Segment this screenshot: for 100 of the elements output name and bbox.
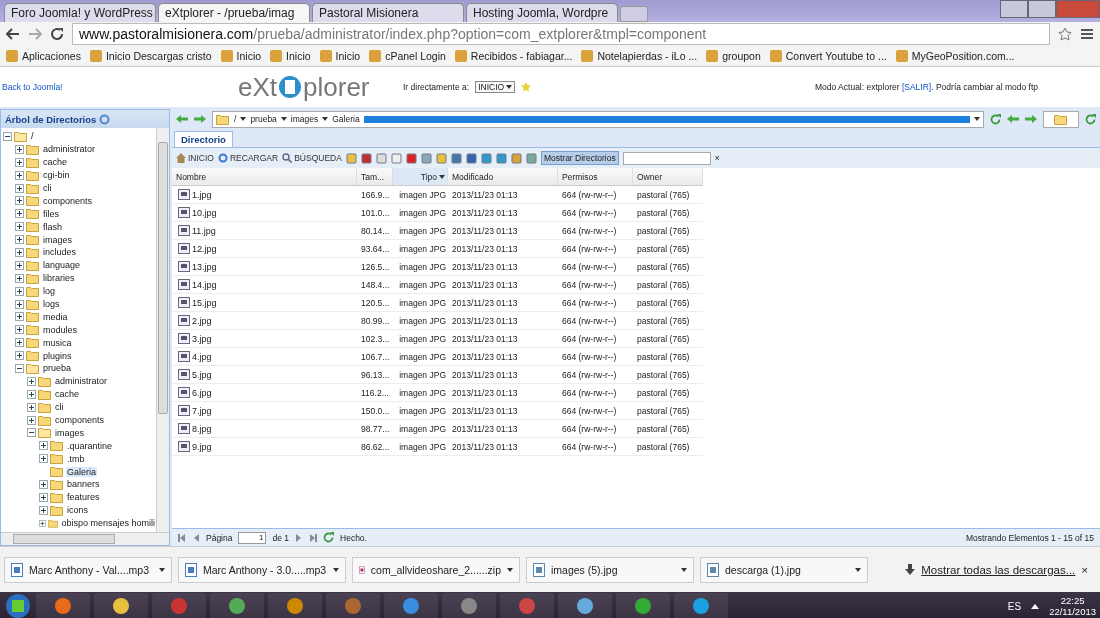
home-button[interactable]: INICIO [176,153,214,163]
expand-icon[interactable] [39,518,46,528]
collapse-icon[interactable] [3,131,12,141]
expand-icon[interactable] [15,144,24,154]
expand-icon[interactable] [15,157,24,167]
minimize-button[interactable] [1000,0,1028,18]
caret-icon[interactable] [159,567,165,572]
toolbar-icon[interactable] [390,152,402,164]
expand-icon[interactable] [15,260,24,270]
first-page-icon[interactable] [178,533,186,542]
expand-icon[interactable] [39,480,48,489]
toolbar-icon[interactable] [435,152,447,164]
column-header[interactable]: Permisos [558,168,633,185]
bookmark[interactable]: Recibidos - fabiagar... [454,50,573,62]
folder-label[interactable]: cli [54,402,65,413]
clock[interactable]: 22:25 22/11/2013 [1049,595,1096,617]
folder-field[interactable] [1043,110,1079,128]
folder-label[interactable]: cli [42,183,53,193]
toolbar-icon[interactable] [480,152,492,164]
page-field[interactable]: 1 [238,531,267,544]
folder-label[interactable]: files [42,208,60,219]
jump-select[interactable]: INICIO [475,81,516,93]
taskbar-app-icon[interactable] [268,593,322,618]
browser-tab[interactable]: Foro Joomla! y WordPress [4,3,156,22]
close-button[interactable]: × [1081,563,1088,576]
expand-icon[interactable] [39,492,48,502]
folder-label[interactable]: images [42,234,73,245]
column-header[interactable]: Modificado [448,168,558,185]
scrollbar[interactable] [1,532,169,545]
menu-icon[interactable] [1080,28,1094,40]
file-name[interactable]: 6.jpg [172,387,357,398]
expand-icon[interactable] [15,196,24,206]
folder-label[interactable]: cgi-bin [42,170,71,181]
bookmark[interactable]: Inicio [319,50,361,62]
caret-icon[interactable] [322,117,329,121]
bookmark[interactable]: cPanel Login [369,50,446,62]
file-name[interactable]: 10.jpg [172,207,357,218]
folder-label[interactable]: components [42,195,94,206]
expand-icon[interactable] [15,338,24,348]
folder-label[interactable]: banners [66,479,101,490]
download-item[interactable]: Marc Anthony - Val....mp3 [4,556,172,583]
next-page-icon[interactable] [295,533,303,542]
language-indicator[interactable]: ES [1007,600,1022,612]
scrollbar[interactable] [156,128,169,532]
folder-label[interactable]: administrator [42,144,97,155]
toolbar-icon[interactable] [420,152,432,164]
browser-tab[interactable]: eXtplorer - /prueba/imag [158,3,310,22]
taskbar-app-icon[interactable] [36,593,90,618]
caret-icon[interactable] [855,567,861,572]
file-name[interactable]: 5.jpg [172,369,357,380]
file-name[interactable]: 8.jpg [172,423,357,434]
bookmark[interactable]: MyGeoPosition.com... [895,50,1015,62]
download-item[interactable]: com_allvideoshare_2......zip [352,556,520,583]
start-icon[interactable] [4,593,32,618]
file-name[interactable]: 13.jpg [172,261,357,272]
expand-icon[interactable] [15,247,24,257]
reload-button[interactable]: RECARGAR [218,153,279,163]
browser-tab[interactable]: Pastoral Misionera [312,3,464,22]
caret-icon[interactable] [507,567,513,572]
expand-icon[interactable] [27,402,36,412]
bookmark[interactable]: Convert Youtube to ... [769,50,887,62]
expand-icon[interactable] [15,273,24,283]
bookmark[interactable]: Inicio [270,50,311,62]
taskbar-app-icon[interactable] [674,593,728,618]
clear-button[interactable]: × [714,153,720,163]
toolbar-icon[interactable] [375,152,387,164]
file-name[interactable]: 15.jpg [172,297,357,308]
file-name[interactable]: 4.jpg [172,351,357,362]
expand-icon[interactable] [15,209,24,219]
expand-icon[interactable] [15,312,24,322]
file-name[interactable]: 11.jpg [172,225,357,236]
expand-icon[interactable] [15,299,24,309]
folder-label[interactable]: cache [42,157,69,168]
folder-label[interactable]: .tmb [66,453,86,464]
reload-icon[interactable] [50,27,64,41]
star-icon[interactable] [1058,27,1072,41]
folder-label[interactable]: features [66,492,101,503]
toolbar-icon[interactable] [450,152,462,164]
download-item[interactable]: descarga (1).jpg [700,556,868,583]
show-directories-button[interactable]: Mostrar Directorios [540,151,619,165]
expand-icon[interactable] [27,415,36,425]
expand-icon[interactable] [15,170,24,180]
folder-label[interactable]: includes [42,247,78,258]
toolbar-icon[interactable] [525,152,537,164]
previous-page-icon[interactable] [192,533,200,542]
collapse-icon[interactable] [27,428,36,438]
folder-label[interactable]: log [42,286,56,297]
toolbar-icon[interactable] [465,152,477,164]
file-name[interactable]: 7.jpg [172,405,357,416]
last-page-icon[interactable] [309,533,317,542]
folder-label[interactable]: images [54,427,85,438]
taskbar-app-icon[interactable] [94,593,148,618]
taskbar-app-icon[interactable] [558,593,612,618]
folder-label[interactable]: libraries [42,273,76,284]
show-all-downloads-link[interactable]: Mostrar todas las descargas... [921,563,1076,576]
file-name[interactable]: 9.jpg [172,441,357,452]
expand-icon[interactable] [39,441,48,451]
sort-arrow-icon[interactable] [439,174,445,179]
folder-label[interactable]: logs [42,299,61,309]
filter-field[interactable] [622,151,711,165]
